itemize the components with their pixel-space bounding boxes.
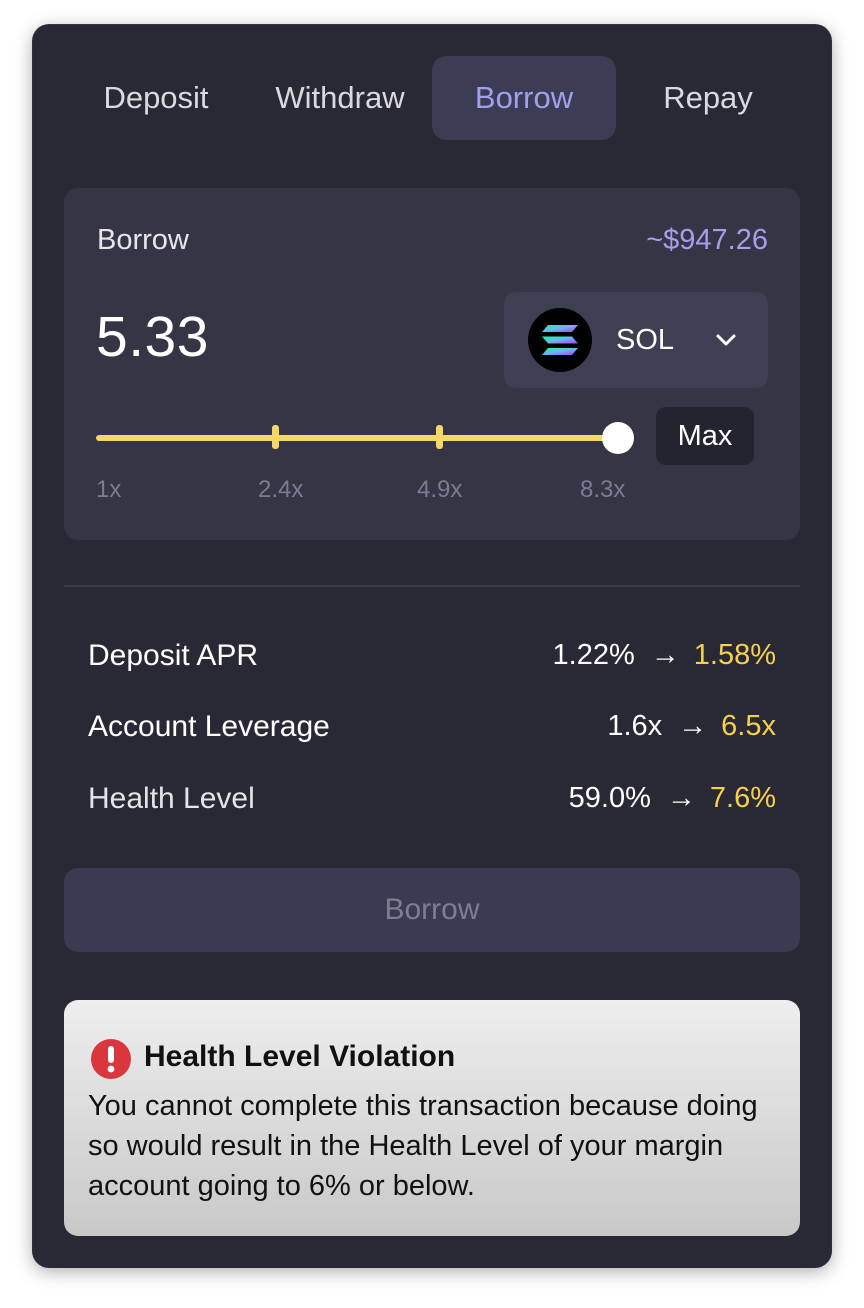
arrow-right-icon: → [650, 639, 680, 671]
token-selector[interactable]: SOL [504, 292, 768, 388]
stat-from: 59.0% [568, 782, 651, 814]
tick-label: 8.3x [580, 476, 626, 503]
amount-input[interactable]: 5.33 [96, 304, 209, 370]
stat-deposit-apr: Deposit APR 1.22% → 1.58% [88, 639, 776, 679]
divider [64, 585, 800, 587]
stat-label: Deposit APR [88, 639, 259, 672]
borrow-input-panel: Borrow ~$947.26 5.33 SOL Max 1x 2.4x 4.9… [64, 188, 800, 540]
slider-tick [272, 425, 279, 449]
stat-values: 1.6x → 6.5x [607, 710, 776, 743]
stat-to: 6.5x [721, 710, 776, 742]
max-button[interactable]: Max [656, 407, 754, 465]
borrow-label: Borrow [97, 224, 189, 256]
tick-label: 1x [96, 476, 122, 503]
slider-tick [436, 425, 443, 449]
solana-logo-icon [528, 308, 592, 372]
tab-bar: Deposit Withdraw Borrow Repay [64, 56, 800, 140]
stat-values: 59.0% → 7.6% [569, 782, 776, 815]
leverage-slider[interactable] [96, 414, 634, 464]
tab-repay[interactable]: Repay [616, 56, 800, 140]
tick-label: 2.4x [258, 476, 304, 503]
stat-to: 1.58% [693, 639, 776, 671]
tab-withdraw[interactable]: Withdraw [248, 56, 432, 140]
stat-account-leverage: Account Leverage 1.6x → 6.5x [88, 710, 776, 750]
alert-message: You cannot complete this transaction bec… [88, 1090, 758, 1202]
slider-thumb[interactable] [602, 422, 634, 454]
chevron-down-icon [716, 334, 736, 346]
borrow-button[interactable]: Borrow [64, 868, 800, 952]
arrow-right-icon: → [666, 782, 696, 814]
stat-label: Health Level [88, 782, 255, 815]
slider-track [96, 435, 618, 441]
tick-label: 4.9x [417, 476, 463, 503]
stat-label: Account Leverage [88, 710, 330, 743]
tab-deposit[interactable]: Deposit [64, 56, 248, 140]
tab-borrow[interactable]: Borrow [432, 56, 616, 140]
stat-values: 1.22% → 1.58% [553, 639, 776, 672]
token-symbol: SOL [616, 324, 675, 356]
stat-from: 1.6x [607, 710, 663, 742]
exclamation-circle-icon [91, 1039, 131, 1079]
health-violation-alert: Health Level Violation You cannot comple… [64, 1000, 800, 1236]
borrow-card: Deposit Withdraw Borrow Repay Borrow ~$9… [33, 25, 831, 1267]
stat-to: 7.6% [709, 782, 776, 814]
usd-value: ~$947.26 [646, 224, 768, 256]
stat-from: 1.22% [552, 639, 635, 671]
arrow-right-icon: → [678, 710, 708, 742]
stat-health-level: Health Level 59.0% → 7.6% [88, 782, 776, 822]
alert-title: Health Level Violation [144, 1040, 456, 1073]
